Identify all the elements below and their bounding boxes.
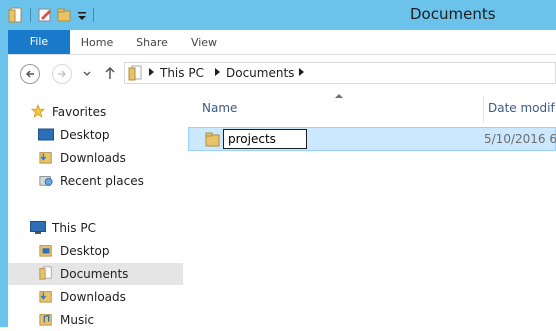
column-header-name[interactable]: Name [202,101,237,115]
nav-item-label: Downloads [60,151,126,165]
this-pc-icon [30,221,46,234]
address-bar[interactable]: This PC Documents [124,62,556,84]
nav-item-label: Music [60,313,95,327]
forward-button[interactable] [52,64,72,84]
recent-places-icon [39,176,53,186]
nav-item-label: Desktop [60,128,110,142]
nav-favorites-desktop[interactable]: Desktop [8,124,183,146]
nav-item-label: Documents [60,267,129,281]
nav-pc-downloads[interactable]: Downloads [8,286,183,308]
back-arrow-icon [25,70,34,78]
sort-ascending-icon [335,94,343,98]
music-folder-icon [39,314,52,326]
folder-icon [205,132,220,147]
app-folder-icon[interactable] [8,7,24,23]
file-list: Name Date modif projects 5/10/2016 6 [183,91,556,327]
star-icon [30,104,46,118]
nav-favorites-label: Favorites [52,105,107,119]
nav-item-label: Desktop [60,244,110,258]
breadcrumb-separator-icon[interactable] [215,68,220,76]
tab-file[interactable]: File [8,30,70,54]
new-folder-icon[interactable] [57,7,73,23]
quick-access-toolbar [8,6,96,24]
nav-favorites-recent-places[interactable]: Recent places [8,170,183,192]
documents-folder-icon [39,266,52,280]
navigation-bar: This PC Documents [8,55,556,91]
downloads-folder-icon [39,291,52,303]
recent-locations-chevron-icon[interactable] [83,71,91,77]
nav-favorites-downloads[interactable]: Downloads [8,147,183,169]
nav-pc-desktop[interactable]: Desktop [8,240,183,262]
nav-item-label: Downloads [60,290,126,304]
nav-favorites[interactable]: Favorites [8,101,183,123]
up-arrow-icon[interactable] [104,66,116,80]
navigation-pane: Favorites Desktop Downloads Recent place… [8,91,183,327]
nav-pc-documents[interactable]: Documents [8,263,183,285]
properties-icon[interactable] [37,7,53,23]
tab-share[interactable]: Share [132,30,172,54]
breadcrumb-separator-icon[interactable] [149,68,154,76]
nav-pc-music[interactable]: Music [8,309,183,331]
customize-toolbar-icon[interactable] [77,7,87,23]
downloads-folder-icon [39,152,52,164]
breadcrumb-this-pc[interactable]: This PC [160,66,204,80]
nav-this-pc-label: This PC [52,221,96,235]
file-row[interactable]: projects 5/10/2016 6 [188,127,556,151]
desktop-icon [38,128,54,141]
column-header-date-modified[interactable]: Date modif [488,101,555,115]
nav-item-label: Recent places [60,174,144,188]
documents-folder-icon [128,65,142,81]
file-date-modified: 5/10/2016 6 [484,132,556,146]
window-frame-left [0,0,8,327]
column-divider[interactable] [483,95,484,123]
tab-view[interactable]: View [188,30,220,54]
breadcrumb-documents[interactable]: Documents [226,66,294,80]
desktop-folder-icon [39,245,52,257]
forward-arrow-icon [58,70,67,78]
ribbon-tabs: File Home Share View [8,30,556,55]
back-button[interactable] [20,64,40,84]
tab-home[interactable]: Home [78,30,116,54]
nav-this-pc[interactable]: This PC [8,217,183,239]
rename-input[interactable]: projects [223,129,307,149]
window-title: Documents [410,5,496,23]
breadcrumb-separator-icon[interactable] [299,68,304,76]
